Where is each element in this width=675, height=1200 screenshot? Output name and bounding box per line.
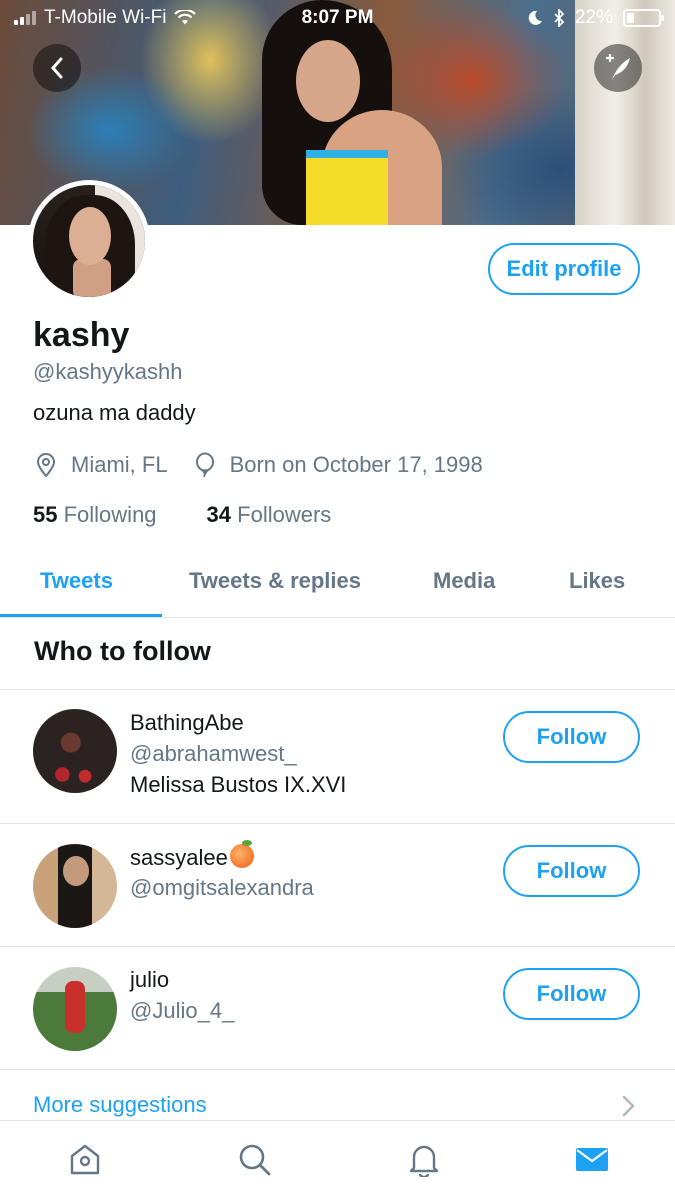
battery-icon <box>623 9 664 27</box>
follow-counts: 55 Following 34 Followers <box>33 502 331 528</box>
following-link[interactable]: 55 Following <box>33 502 157 528</box>
suggestion-row[interactable]: julio @Julio_4_ Follow <box>0 947 675 1069</box>
suggestion-name: sassyalee <box>130 845 228 870</box>
followers-count: 34 <box>206 502 232 527</box>
messages-tab[interactable] <box>572 1139 612 1179</box>
follow-button[interactable]: Follow <box>503 845 640 897</box>
chevron-left-icon <box>50 57 63 79</box>
tab-tweets[interactable]: Tweets <box>40 568 113 594</box>
notifications-icon <box>409 1145 439 1177</box>
profile-location: Miami, FL <box>71 452 168 477</box>
suggestion-handle: @omgitsalexandra <box>130 875 314 900</box>
location-pin-icon <box>36 453 56 478</box>
following-label: Following <box>63 502 157 527</box>
suggestion-avatar[interactable] <box>33 844 117 928</box>
suggestion-avatar[interactable] <box>33 709 117 793</box>
suggestion-name: julio <box>130 967 170 992</box>
compose-tweet-button[interactable] <box>594 44 642 92</box>
chevron-right-icon[interactable] <box>618 1094 640 1118</box>
tab-media[interactable]: Media <box>433 568 495 594</box>
status-bar: T-Mobile Wi-Fi 8:07 PM 22% <box>0 0 675 36</box>
divider <box>0 1069 675 1070</box>
followers-link[interactable]: 34 Followers <box>207 502 332 528</box>
suggestion-row[interactable]: BathingAbe @abrahamwest_ Melissa Bustos … <box>0 690 675 823</box>
suggestion-avatar[interactable] <box>33 967 117 1051</box>
peach-emoji-icon <box>229 840 254 868</box>
profile-tabs: Tweets Tweets & replies Media Likes <box>0 548 675 618</box>
notifications-tab[interactable] <box>404 1139 444 1179</box>
home-icon <box>70 1144 100 1175</box>
battery-percent: 22% <box>574 7 613 28</box>
tab-likes[interactable]: Likes <box>569 568 625 594</box>
more-suggestions-link[interactable]: More suggestions <box>33 1092 207 1118</box>
search-icon <box>239 1144 271 1176</box>
following-count: 55 <box>33 502 58 527</box>
compose-feather-icon <box>605 53 630 80</box>
balloon-icon <box>195 452 214 478</box>
moon-icon <box>528 10 542 25</box>
profile-handle: @kashyykashh <box>33 359 183 384</box>
messages-icon <box>576 1148 608 1171</box>
edit-profile-button[interactable]: Edit profile <box>488 243 640 295</box>
profile-bio: ozuna ma daddy <box>33 400 196 425</box>
profile-name: kashy <box>33 316 130 354</box>
follow-button[interactable]: Follow <box>503 968 640 1020</box>
suggestion-name: BathingAbe <box>130 710 244 735</box>
home-tab[interactable] <box>65 1139 105 1179</box>
suggestion-bio: Melissa Bustos IX.XVI <box>130 772 347 797</box>
profile-meta: Miami, FL Born on October 17, 1998 <box>33 452 483 478</box>
back-button[interactable] <box>33 44 81 92</box>
suggestion-handle: @abrahamwest_ <box>130 741 297 766</box>
tab-tweets-replies[interactable]: Tweets & replies <box>189 568 361 594</box>
suggestion-handle: @Julio_4_ <box>130 998 235 1023</box>
profile-avatar[interactable] <box>28 180 150 302</box>
bluetooth-icon <box>554 9 565 27</box>
who-to-follow-title: Who to follow <box>34 636 211 666</box>
profile-birthday: Born on October 17, 1998 <box>229 452 483 477</box>
suggestion-row[interactable]: sassyalee @omgitsalexandra Follow <box>0 824 675 946</box>
followers-label: Followers <box>237 502 332 527</box>
follow-button[interactable]: Follow <box>503 711 640 763</box>
search-tab[interactable] <box>234 1139 274 1179</box>
bottom-tab-bar <box>0 1120 675 1200</box>
active-tab-indicator <box>0 614 162 617</box>
